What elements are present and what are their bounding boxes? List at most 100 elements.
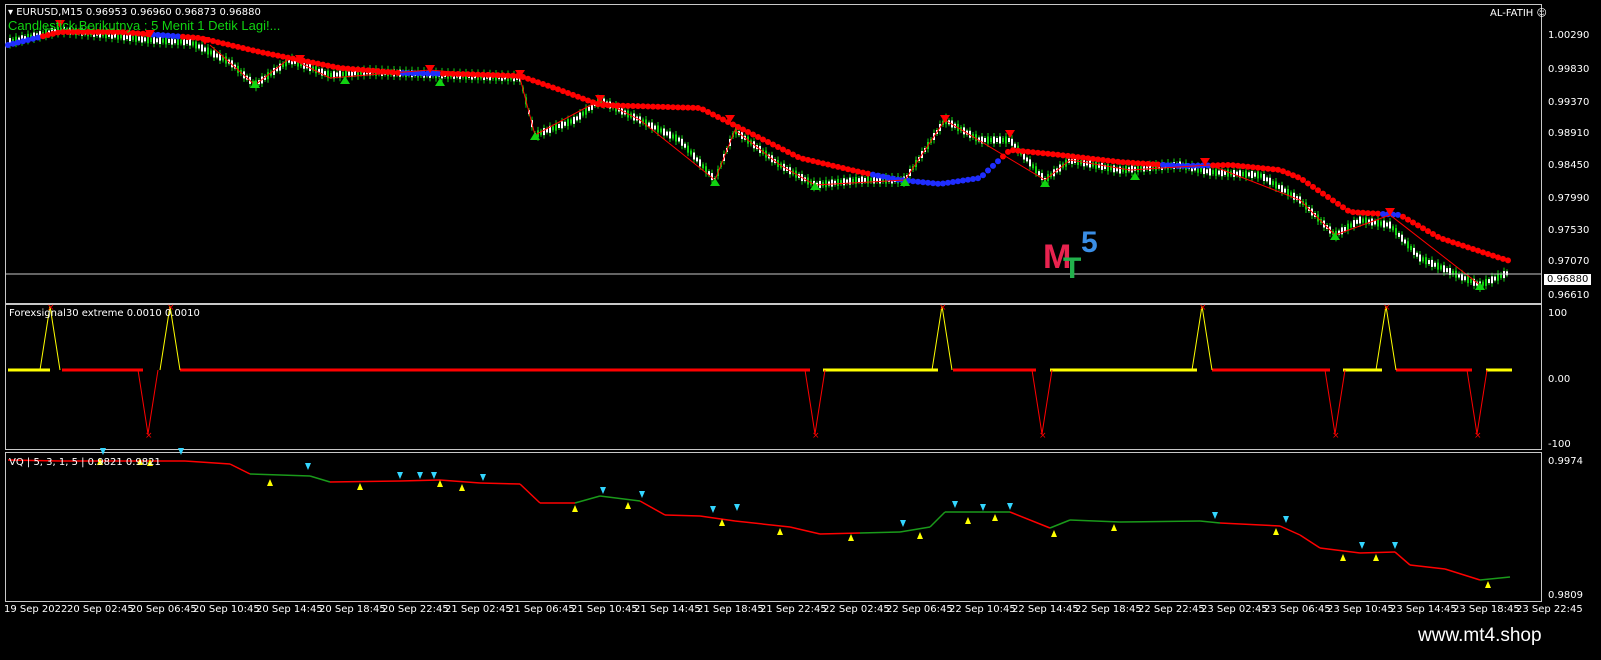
vq-up-arrow-icon xyxy=(625,502,631,509)
candle-body xyxy=(1419,254,1421,262)
time-axis-label: 22 Sep 10:45 xyxy=(949,604,1016,615)
price-axis-label: 0.96610 xyxy=(1548,290,1590,301)
time-axis-label: 23 Sep 02:45 xyxy=(1201,604,1268,615)
candle-body xyxy=(1257,171,1259,179)
time-axis-label: 20 Sep 22:45 xyxy=(382,604,449,615)
moving-average-dot xyxy=(325,62,331,69)
candle-body xyxy=(1263,174,1265,181)
vq-up-arrow-icon xyxy=(572,505,578,512)
candle-body xyxy=(144,37,146,42)
candle-body xyxy=(1026,157,1028,162)
moving-average-dot xyxy=(1415,222,1421,229)
candle-body xyxy=(999,136,1001,144)
candle-body xyxy=(348,71,350,76)
moving-average-dot xyxy=(275,52,281,59)
candle-body xyxy=(648,122,650,127)
vq-up-arrow-icon xyxy=(848,534,854,541)
time-axis-label: 23 Sep 06:45 xyxy=(1264,604,1331,615)
moving-average-dot xyxy=(310,59,316,66)
candle-body xyxy=(1029,159,1031,167)
candle-body xyxy=(1446,268,1448,273)
signal-spike xyxy=(1466,369,1488,435)
candle-body xyxy=(1341,227,1343,235)
candle-body xyxy=(156,38,158,43)
candle-body xyxy=(987,136,989,144)
moving-average-dot xyxy=(20,38,26,45)
vq-up-arrow-icon xyxy=(917,532,923,539)
moving-average-dot xyxy=(30,35,36,42)
candle-body xyxy=(1113,165,1115,173)
candle-body xyxy=(120,34,122,39)
candle-body xyxy=(204,47,206,52)
vq-line-segment xyxy=(1219,522,1281,527)
vq-up-arrow-icon xyxy=(1051,530,1057,537)
moving-average-dot xyxy=(210,38,216,45)
signal-spike xyxy=(931,305,953,371)
candle-body xyxy=(1119,166,1121,174)
moving-average-dot xyxy=(1325,194,1331,201)
time-axis-label: 20 Sep 02:45 xyxy=(67,604,134,615)
vq-up-arrow-icon xyxy=(1485,581,1491,588)
candle-body xyxy=(153,36,155,44)
candle-body xyxy=(669,131,671,139)
time-axis-label: 21 Sep 10:45 xyxy=(571,604,638,615)
vq-axis-bottom: 0.9809 xyxy=(1548,590,1583,601)
candle-body xyxy=(342,72,344,77)
signal-marker: × xyxy=(1199,303,1207,313)
vq-down-arrow-icon xyxy=(639,491,645,498)
moving-average-dot xyxy=(260,49,266,56)
current-price-tag: 0.96880 xyxy=(1544,274,1592,285)
vq-down-arrow-icon xyxy=(900,520,906,527)
signal-marker: × xyxy=(812,431,820,441)
candle-body xyxy=(1131,165,1133,173)
candle-body xyxy=(1218,170,1220,175)
candle-body xyxy=(132,35,134,40)
moving-average-dot xyxy=(1410,219,1416,226)
candle-body xyxy=(207,47,209,55)
candle-body xyxy=(843,178,845,186)
watermark-text: www.mt4.shop xyxy=(1418,625,1542,646)
candle-body xyxy=(1008,138,1010,142)
candle-body xyxy=(1002,138,1004,142)
signal-spike xyxy=(1324,369,1346,435)
candle-body xyxy=(1431,259,1433,267)
vq-line-segment xyxy=(309,475,331,483)
moving-average-dot xyxy=(1320,190,1326,197)
candle-body xyxy=(1491,276,1493,284)
candle-body xyxy=(1497,273,1499,281)
candle-body xyxy=(558,124,560,128)
vq-up-arrow-icon xyxy=(777,528,783,535)
candle-body xyxy=(990,138,992,142)
candle-body xyxy=(150,38,152,43)
vq-down-arrow-icon xyxy=(100,448,106,455)
vq-down-arrow-icon xyxy=(305,463,311,470)
candle-body xyxy=(1107,164,1109,172)
vq-line-segment xyxy=(1069,519,1121,523)
vq-up-arrow-icon xyxy=(1340,554,1346,561)
candle-body xyxy=(1425,257,1427,265)
candle-body xyxy=(1200,167,1202,172)
zigzag-line xyxy=(209,44,1481,286)
candle-body xyxy=(573,116,575,124)
moving-average-dot xyxy=(800,155,806,162)
dropdown-arrow-icon[interactable]: ▾ xyxy=(8,7,13,18)
moving-average-dot xyxy=(1330,197,1336,204)
chart-plot-layer: ×××××××××× xyxy=(5,20,1541,588)
vq-title: VQ | 5, 3, 1, 5 | 0.9821 0.9821 xyxy=(9,457,161,468)
vq-down-arrow-icon xyxy=(710,506,716,513)
price-axis-label: 0.99830 xyxy=(1548,64,1590,75)
vq-up-arrow-icon xyxy=(965,517,971,524)
candle-body xyxy=(1089,160,1091,168)
candle-body xyxy=(1470,278,1472,283)
forexsignal-title: Forexsignal30 extreme 0.0010 0.0010 xyxy=(9,308,200,319)
candle-body xyxy=(1440,265,1442,270)
candle-body xyxy=(324,71,326,76)
candle-body xyxy=(543,128,545,136)
candle-countdown-text: Candlestick Berikutnya : 5 Menit 1 Detik… xyxy=(8,18,281,33)
vq-line-segment xyxy=(519,483,541,504)
candle-body xyxy=(168,38,170,43)
vq-line-segment xyxy=(819,532,861,535)
signal-marker: × xyxy=(1332,431,1340,441)
moving-average-dot xyxy=(1425,228,1431,235)
candle-body xyxy=(1392,226,1394,231)
